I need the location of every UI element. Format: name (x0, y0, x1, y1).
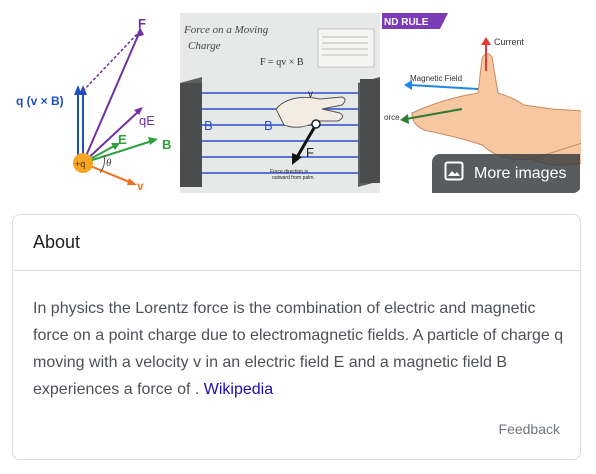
feedback-link[interactable]: Feedback (499, 421, 560, 437)
label-qvb: q (v × B) (16, 94, 64, 108)
label-qe: qE (139, 113, 155, 128)
label-v: v (137, 179, 144, 193)
rule-label-current: Current (494, 37, 525, 47)
label-charge: +q (75, 159, 85, 169)
wikipedia-link[interactable]: Wikipedia (204, 381, 273, 398)
image-strip: F q (v × B) qE E B +q θ v Force on a Mov… (12, 13, 581, 193)
label-e: E (118, 132, 127, 147)
about-title: About (13, 215, 580, 271)
about-description: In physics the Lorentz force is the comb… (33, 295, 568, 403)
rule-label-magnetic-field: Magnetic Field (410, 74, 462, 83)
about-card: About In physics the Lorentz force is th… (12, 214, 581, 460)
more-images-label: More images (474, 164, 567, 182)
sketch-label-b1: B (204, 118, 213, 133)
sketch-title-line1: Force on a Moving (183, 24, 269, 36)
sketch-caption-line2: outward from palm. (272, 175, 315, 181)
sketch-label-f: F (306, 145, 314, 160)
rule-label-force: orce (384, 113, 400, 122)
about-description-text: In physics the Lorentz force is the comb… (33, 300, 564, 398)
rule-banner: ND RULE (384, 17, 429, 28)
label-f: F (138, 16, 146, 31)
lorentz-vector-diagram-image[interactable]: F q (v × B) qE E B +q θ v (12, 13, 180, 193)
image-gallery-icon (444, 161, 464, 186)
label-theta: θ (106, 157, 112, 169)
more-images-button[interactable]: More images (432, 154, 580, 193)
force-on-moving-charge-image[interactable]: Force on a Moving Charge F = qv × B B B … (180, 13, 382, 193)
label-b: B (162, 137, 171, 152)
sketch-label-v: v (308, 89, 313, 100)
sketch-title-line2: Charge (188, 40, 221, 52)
sketch-label-b2: B (264, 118, 273, 133)
sketch-formula: F = qv × B (260, 57, 304, 68)
